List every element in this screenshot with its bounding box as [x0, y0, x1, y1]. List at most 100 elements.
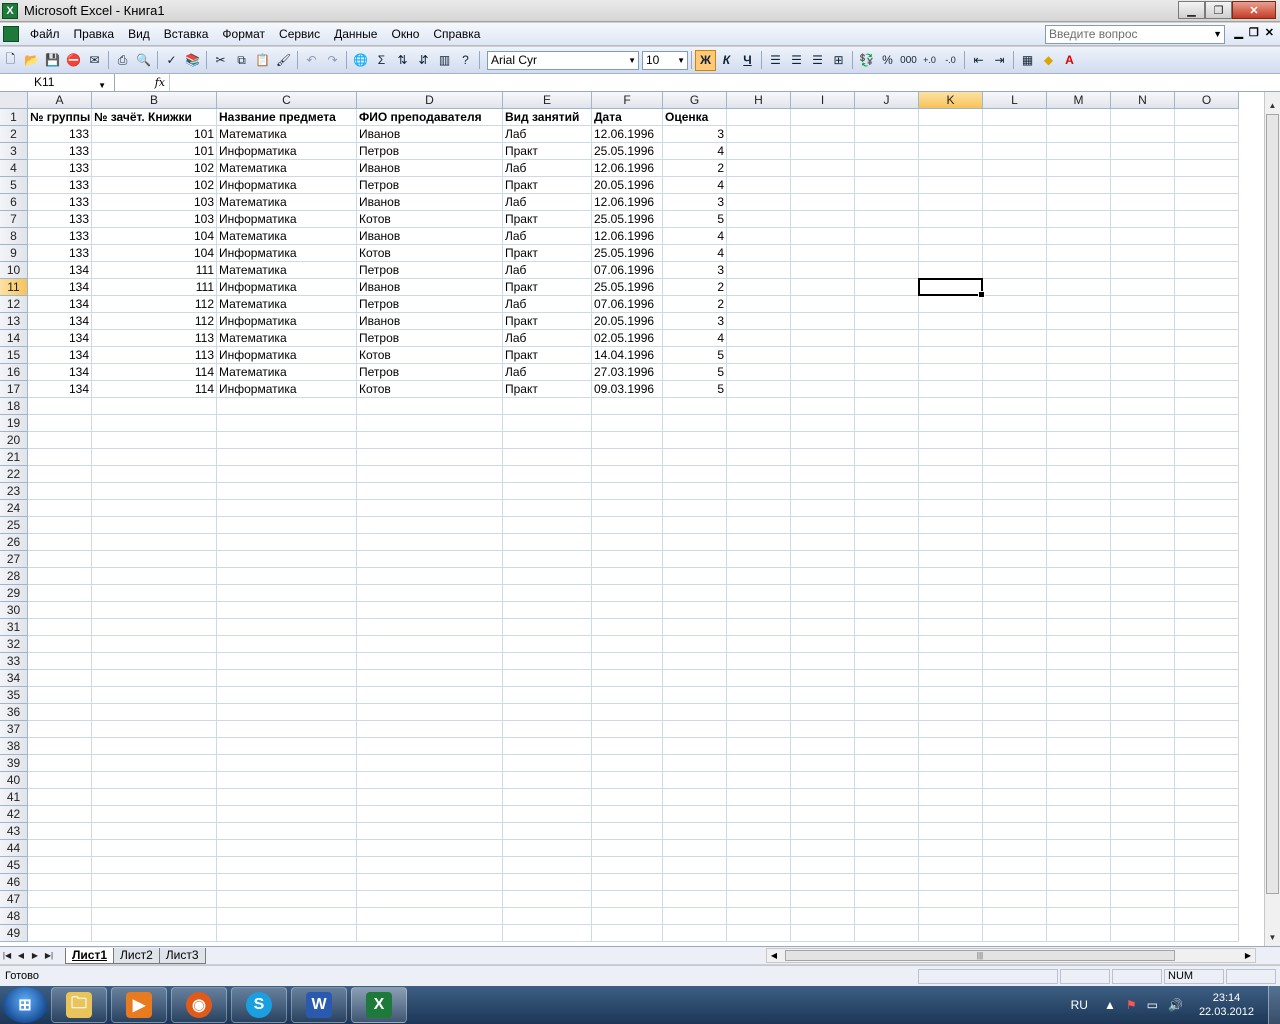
cell[interactable]	[357, 840, 503, 857]
cell[interactable]	[983, 857, 1047, 874]
cell[interactable]	[1175, 823, 1239, 840]
cell[interactable]	[1111, 194, 1175, 211]
cell[interactable]	[791, 738, 855, 755]
cell[interactable]	[1175, 449, 1239, 466]
cell[interactable]	[983, 925, 1047, 942]
cell[interactable]	[28, 687, 92, 704]
cell[interactable]: 102	[92, 177, 217, 194]
cell[interactable]	[503, 857, 592, 874]
cell[interactable]	[92, 891, 217, 908]
cell[interactable]	[919, 670, 983, 687]
row-header[interactable]: 27	[0, 551, 28, 568]
cell[interactable]	[503, 449, 592, 466]
cell[interactable]	[791, 874, 855, 891]
cell[interactable]	[592, 687, 663, 704]
borders-icon[interactable]: ▦	[1017, 50, 1038, 71]
cell[interactable]	[1175, 517, 1239, 534]
cell[interactable]	[983, 160, 1047, 177]
cell[interactable]: 134	[28, 279, 92, 296]
cell[interactable]	[855, 840, 919, 857]
column-header[interactable]: J	[855, 92, 919, 109]
cell[interactable]	[592, 670, 663, 687]
cell[interactable]: Математика	[217, 296, 357, 313]
cell[interactable]	[919, 296, 983, 313]
cell[interactable]	[663, 398, 727, 415]
cell[interactable]	[1111, 313, 1175, 330]
row-header[interactable]: 2	[0, 126, 28, 143]
cell[interactable]	[791, 687, 855, 704]
cell[interactable]: Лаб	[503, 330, 592, 347]
cell[interactable]: 101	[92, 126, 217, 143]
cell[interactable]	[855, 432, 919, 449]
cell[interactable]	[1047, 381, 1111, 398]
row-header[interactable]: 12	[0, 296, 28, 313]
cell[interactable]	[92, 908, 217, 925]
cell[interactable]	[357, 585, 503, 602]
column-header[interactable]: K	[919, 92, 983, 109]
cell[interactable]	[1047, 449, 1111, 466]
cell[interactable]	[92, 585, 217, 602]
cell[interactable]	[1111, 687, 1175, 704]
cell[interactable]	[727, 500, 791, 517]
menu-item[interactable]: Формат	[215, 23, 272, 45]
align-center-icon[interactable]: ☰	[786, 50, 807, 71]
undo-icon[interactable]: ↶	[301, 50, 322, 71]
cell[interactable]	[855, 211, 919, 228]
cell[interactable]	[92, 653, 217, 670]
cell[interactable]: 133	[28, 160, 92, 177]
row-header[interactable]: 40	[0, 772, 28, 789]
cell[interactable]	[919, 466, 983, 483]
cell[interactable]	[983, 228, 1047, 245]
menu-item[interactable]: Данные	[327, 23, 384, 45]
cell[interactable]	[855, 908, 919, 925]
cell[interactable]	[1111, 602, 1175, 619]
cell[interactable]	[791, 449, 855, 466]
cell[interactable]	[983, 466, 1047, 483]
cell[interactable]	[357, 432, 503, 449]
cell[interactable]	[727, 857, 791, 874]
column-header[interactable]: F	[592, 92, 663, 109]
cell[interactable]	[1175, 789, 1239, 806]
cell[interactable]	[357, 806, 503, 823]
cell[interactable]	[92, 755, 217, 772]
cell[interactable]	[217, 517, 357, 534]
cell[interactable]	[503, 925, 592, 942]
row-header[interactable]: 9	[0, 245, 28, 262]
cell[interactable]: 12.06.1996	[592, 126, 663, 143]
cell[interactable]	[855, 126, 919, 143]
cell[interactable]	[919, 857, 983, 874]
cell[interactable]	[592, 415, 663, 432]
name-box[interactable]: K11 ▼	[0, 74, 115, 91]
cell[interactable]	[1111, 160, 1175, 177]
cell[interactable]: 12.06.1996	[592, 194, 663, 211]
cell[interactable]	[592, 721, 663, 738]
cell[interactable]	[592, 755, 663, 772]
cell[interactable]	[791, 483, 855, 500]
cell[interactable]	[92, 483, 217, 500]
cell[interactable]	[28, 823, 92, 840]
cell[interactable]	[727, 381, 791, 398]
cell[interactable]	[1175, 874, 1239, 891]
cell[interactable]	[983, 296, 1047, 313]
cell[interactable]	[727, 568, 791, 585]
cell[interactable]	[727, 823, 791, 840]
font-name-select[interactable]: Arial Cyr ▼	[487, 50, 639, 70]
cell[interactable]	[855, 296, 919, 313]
cell[interactable]: 103	[92, 211, 217, 228]
cell[interactable]	[217, 415, 357, 432]
cell[interactable]	[919, 619, 983, 636]
cell[interactable]	[791, 160, 855, 177]
cell[interactable]: Практ	[503, 177, 592, 194]
cell[interactable]	[217, 704, 357, 721]
cell[interactable]	[855, 755, 919, 772]
row-header[interactable]: 41	[0, 789, 28, 806]
autosum-icon[interactable]: Σ	[371, 50, 392, 71]
cell[interactable]	[663, 602, 727, 619]
cell[interactable]	[855, 143, 919, 160]
cell[interactable]	[983, 194, 1047, 211]
cell[interactable]: 12.06.1996	[592, 160, 663, 177]
column-header[interactable]: C	[217, 92, 357, 109]
cell[interactable]: 134	[28, 313, 92, 330]
cell[interactable]	[217, 738, 357, 755]
cell[interactable]	[1175, 602, 1239, 619]
